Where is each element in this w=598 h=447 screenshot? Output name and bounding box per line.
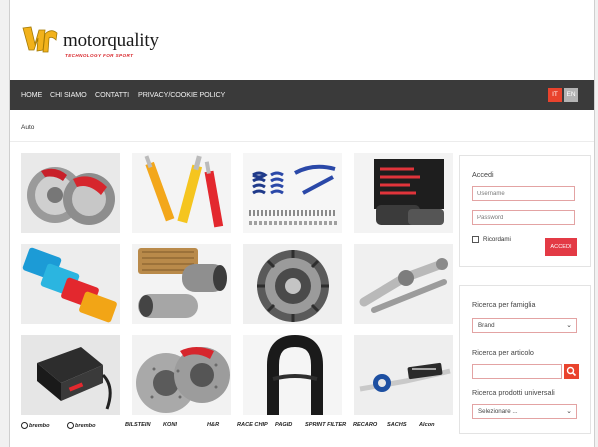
- chevron-down-icon: ⌄: [566, 322, 572, 329]
- main-nav: HOME CHI SIAMO CONTATTI PRIVACY/COOKIE P…: [10, 80, 594, 110]
- breadcrumb[interactable]: Auto: [21, 124, 34, 131]
- exhaust-pipe-icon: [132, 244, 231, 324]
- product-tile-suspension-arms[interactable]: [354, 244, 453, 324]
- divider: [10, 141, 594, 142]
- site-logo[interactable]: motorquality TECHNOLOGY FOR SPORT: [21, 24, 181, 64]
- product-tile-brake-kit[interactable]: [21, 153, 120, 233]
- brand-logo-racechip[interactable]: RACE CHIP: [237, 422, 268, 428]
- product-tile-brake-hoses[interactable]: [354, 335, 453, 415]
- brand-logo-sachs[interactable]: SACHS: [387, 422, 407, 428]
- brand-logo-alcon[interactable]: Alcon: [419, 422, 435, 428]
- brand-logo-strip: brembo brembo BILSTEIN KONI H&R RACE CHI…: [21, 419, 453, 437]
- suspension-arm-icon: [354, 244, 453, 324]
- brand-logo-sprint-filter[interactable]: SPRINT FILTER: [305, 422, 346, 428]
- brand-name: motorquality: [63, 30, 159, 51]
- brake-hose-icon: [354, 335, 453, 415]
- language-it-button[interactable]: IT: [548, 88, 562, 102]
- brand-tagline: TECHNOLOGY FOR SPORT: [65, 53, 134, 58]
- login-button[interactable]: ACCEDI: [545, 238, 577, 256]
- search-icon: [566, 366, 577, 377]
- air-filter-icon: [21, 244, 120, 324]
- nav-privacy-cookie[interactable]: PRIVACY/COOKIE POLICY: [138, 90, 225, 99]
- product-tile-shock-absorbers[interactable]: [132, 153, 231, 233]
- search-panel: Ricerca per famiglia Brand ⌄ Ricerca per…: [459, 285, 591, 434]
- login-title: Accedi: [472, 170, 494, 179]
- remember-me-checkbox[interactable]: Ricordami: [472, 236, 511, 243]
- clutch-disc-icon: [243, 244, 342, 324]
- springs-kit-icon: [243, 153, 342, 233]
- site-header: motorquality TECHNOLOGY FOR SPORT: [10, 0, 594, 80]
- motorquality-logo-icon: [22, 26, 58, 53]
- article-search-title: Ricerca per articolo: [472, 348, 534, 357]
- page-frame: motorquality TECHNOLOGY FOR SPORT HOME C…: [9, 0, 595, 447]
- drilled-rotor-icon: [132, 335, 231, 415]
- product-tile-seats[interactable]: [243, 335, 342, 415]
- tuning-module-icon: [21, 335, 120, 415]
- product-tile-brake-pads[interactable]: [354, 153, 453, 233]
- brembo-logo-icon: [67, 422, 74, 429]
- product-tile-clutch[interactable]: [243, 244, 342, 324]
- product-tile-air-filters[interactable]: [21, 244, 120, 324]
- brand-logo-brembo[interactable]: brembo: [21, 422, 50, 429]
- universal-select[interactable]: Selezionare ... ⌄: [472, 404, 577, 419]
- brand-logo-brembo-2[interactable]: brembo: [67, 422, 96, 429]
- article-search-input[interactable]: [472, 364, 562, 379]
- login-panel: Accedi Ricordami ACCEDI: [459, 155, 591, 267]
- nav-home[interactable]: HOME: [21, 90, 42, 99]
- product-tile-exhaust[interactable]: [132, 244, 231, 324]
- bucket-seat-icon: [243, 335, 342, 415]
- search-button[interactable]: [564, 364, 579, 379]
- brand-logo-bilstein[interactable]: BILSTEIN: [125, 422, 150, 428]
- brand-logo-recaro[interactable]: RECARO: [353, 422, 377, 428]
- brand-logo-hr[interactable]: H&R: [207, 422, 219, 428]
- checkbox-icon: [472, 236, 479, 243]
- username-input[interactable]: [472, 186, 575, 201]
- brand-logo-koni[interactable]: KONI: [163, 422, 177, 428]
- product-tile-springs[interactable]: [243, 153, 342, 233]
- password-input[interactable]: [472, 210, 575, 225]
- nav-contatti[interactable]: CONTATTI: [95, 90, 129, 99]
- language-en-button[interactable]: EN: [564, 88, 578, 102]
- product-grid: [21, 153, 453, 415]
- family-search-title: Ricerca per famiglia: [472, 300, 536, 309]
- family-select[interactable]: Brand ⌄: [472, 318, 577, 333]
- chevron-down-icon: ⌄: [566, 408, 572, 415]
- universal-search-title: Ricerca prodotti universali: [472, 388, 555, 397]
- nav-chi-siamo[interactable]: CHI SIAMO: [50, 90, 87, 99]
- brake-disc-icon: [21, 153, 120, 233]
- brembo-logo-icon: [21, 422, 28, 429]
- product-tile-drilled-rotors[interactable]: [132, 335, 231, 415]
- shock-absorber-icon: [132, 153, 231, 233]
- brand-logo-pagid[interactable]: PAGID: [275, 422, 292, 428]
- product-tile-tuning-modules[interactable]: [21, 335, 120, 415]
- brake-pads-box-icon: [354, 153, 453, 233]
